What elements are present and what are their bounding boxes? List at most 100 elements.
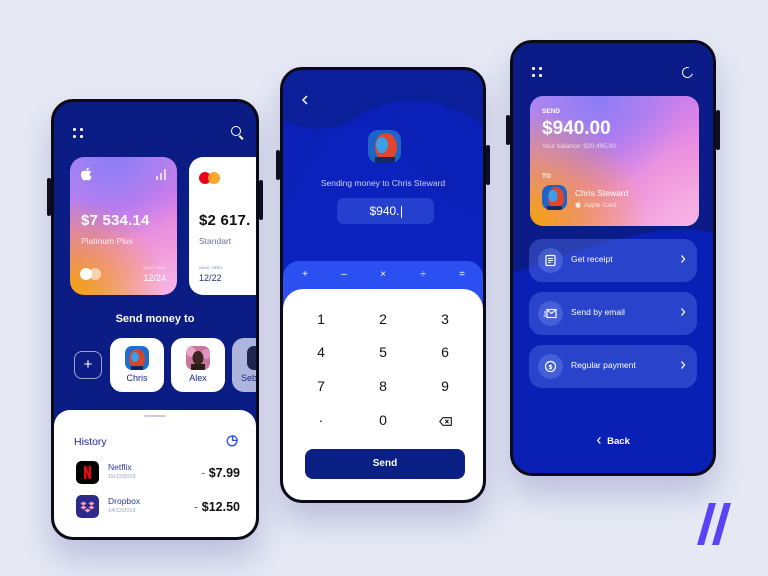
history-panel: History Netflix 15/12/2019 - $7.99 Dropb…: [54, 410, 256, 537]
dots-grid-icon[interactable]: [532, 67, 542, 77]
contact-name: Seb: [241, 373, 258, 383]
card-platinum[interactable]: $7 534.14 Platinum Plus VALID THRU 12/24: [70, 157, 177, 295]
icon-container: $: [538, 354, 563, 379]
recipient-avatar: [368, 130, 401, 163]
recipient-card-name: Apple Card: [584, 202, 617, 209]
amount-value: $12.50: [201, 500, 240, 514]
brand-slashes-logo: [697, 503, 731, 545]
netflix-logo-icon: [76, 461, 99, 484]
operator-plus-button[interactable]: +: [295, 269, 315, 280]
pie-chart-icon[interactable]: [226, 435, 238, 447]
receipt-icon: [545, 254, 556, 267]
valid-thru-label: VALID THRU: [199, 266, 223, 270]
avatar: [125, 346, 149, 370]
key-9[interactable]: 9: [425, 378, 465, 394]
valid-thru-value: 12/22: [199, 273, 222, 283]
recipient-name: Chris Steward: [575, 188, 629, 198]
chevron-right-icon: [681, 255, 686, 263]
transaction-amount: - $12.50: [194, 500, 240, 514]
confirmation-phone-screen: SEND $940.00 Your balance: $20,495.00 TO…: [510, 40, 716, 476]
send-label: SEND: [542, 108, 561, 115]
operator-minus-button[interactable]: –: [334, 269, 354, 280]
key-7[interactable]: 7: [301, 378, 341, 394]
key-1[interactable]: 1: [301, 311, 341, 327]
chevron-right-icon: [681, 308, 686, 316]
contact-name: Chris: [126, 373, 148, 383]
transaction-row[interactable]: Dropbox 14/12/2019 - $12.50: [74, 495, 240, 519]
back-button[interactable]: Back: [513, 436, 713, 447]
phone-side-button: [486, 145, 490, 185]
signal-bars-icon: [156, 169, 166, 180]
action-label: Send by email: [571, 307, 625, 317]
chevron-left-icon[interactable]: [301, 95, 309, 105]
key-5[interactable]: 5: [363, 344, 403, 360]
transaction-date: 15/12/2019: [108, 474, 136, 480]
transaction-name: Netflix: [108, 462, 132, 472]
transfer-summary-card: SEND $940.00 Your balance: $20,495.00 TO…: [530, 96, 699, 226]
svg-text:$: $: [548, 363, 553, 371]
back-label: Back: [607, 436, 630, 447]
recurring-payment-icon: $: [544, 360, 557, 373]
chevron-right-icon: [681, 361, 686, 369]
operator-divide-button[interactable]: ÷: [413, 269, 433, 280]
numeric-keypad: 1 2 3 4 5 6 7 8 9 · 0 Send: [283, 289, 483, 500]
transaction-date: 14/12/2019: [108, 508, 136, 514]
transaction-row[interactable]: Netflix 15/12/2019 - $7.99: [74, 461, 240, 485]
sending-to-text: Sending money to Chris Steward: [320, 178, 446, 188]
send-amount: $940.00: [542, 118, 611, 139]
send-by-email-button[interactable]: Send by email: [529, 292, 697, 335]
key-8[interactable]: 8: [363, 378, 403, 394]
operator-equals-button[interactable]: =: [452, 269, 472, 280]
send-money-title: Send money to: [115, 313, 195, 325]
contact-name: Alex: [189, 373, 207, 383]
amount-input[interactable]: $940.: [337, 198, 434, 224]
amount-value: $7.99: [208, 466, 240, 480]
get-receipt-button[interactable]: Get receipt: [529, 239, 697, 282]
key-6[interactable]: 6: [425, 344, 465, 360]
card-standart[interactable]: $2 617. Standart VALID THRU 12/22: [189, 157, 256, 295]
amount-sign: -: [194, 500, 202, 514]
text-caret: [400, 205, 402, 218]
amount-value: $940.: [369, 204, 400, 218]
card-type: Platinum Plus: [81, 236, 133, 246]
avatar: [247, 346, 256, 370]
add-contact-button[interactable]: +: [74, 351, 102, 379]
send-button[interactable]: Send: [305, 449, 465, 479]
wallet-phone-screen: $7 534.14 Platinum Plus VALID THRU 12/24…: [51, 99, 259, 540]
regular-payment-button[interactable]: $ Regular payment: [529, 345, 697, 388]
drag-handle[interactable]: [144, 415, 166, 417]
key-decimal[interactable]: ·: [301, 412, 341, 428]
key-3[interactable]: 3: [425, 311, 465, 327]
apple-icon: [575, 201, 581, 208]
phone-side-button: [716, 110, 720, 150]
key-4[interactable]: 4: [301, 344, 341, 360]
operator-multiply-button[interactable]: ×: [373, 269, 393, 280]
chevron-left-icon: [596, 436, 601, 445]
valid-thru-value: 12/24: [143, 273, 166, 283]
avatar: [186, 346, 210, 370]
contact-chris[interactable]: Chris: [110, 338, 164, 392]
balance-text: Your balance: $20,495.00: [542, 143, 616, 150]
valid-thru-label: VALID THRU: [142, 266, 166, 270]
dots-grid-icon[interactable]: [73, 128, 83, 138]
recipient-card: Apple Card: [575, 201, 617, 209]
action-label: Get receipt: [571, 254, 613, 264]
backspace-icon[interactable]: [439, 417, 452, 426]
history-title: History: [74, 436, 107, 448]
card-type: Standart: [199, 236, 232, 246]
send-amount-phone-screen: Sending money to Chris Steward $940. + –…: [280, 67, 486, 503]
search-icon[interactable]: [231, 126, 245, 140]
amount-sign: -: [201, 466, 209, 480]
icon-container: [538, 248, 563, 273]
mastercard-icon: [80, 268, 102, 280]
icon-container: [538, 301, 563, 326]
contact-seb[interactable]: Seb: [232, 338, 258, 392]
apple-icon: [80, 167, 92, 181]
contact-alex[interactable]: Alex: [171, 338, 225, 392]
transaction-name: Dropbox: [108, 496, 141, 506]
transaction-amount: - $7.99: [201, 466, 240, 480]
mastercard-icon: [199, 172, 221, 184]
key-2[interactable]: 2: [363, 311, 403, 327]
key-0[interactable]: 0: [363, 412, 403, 428]
action-label: Regular payment: [571, 360, 636, 370]
